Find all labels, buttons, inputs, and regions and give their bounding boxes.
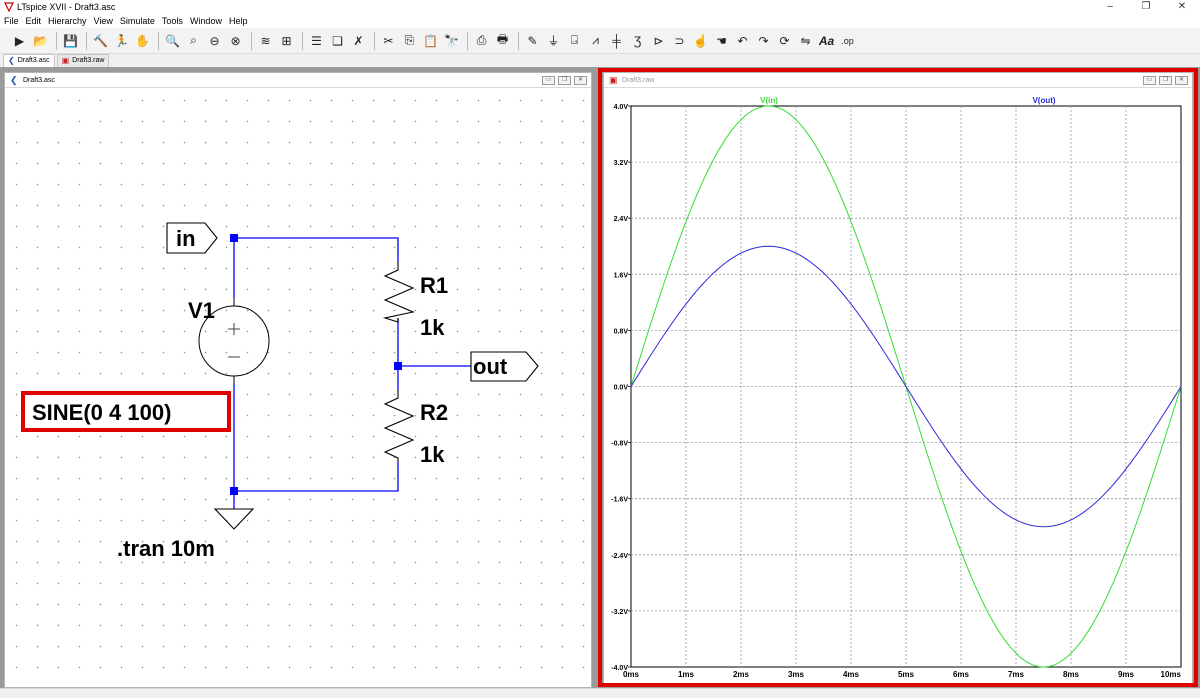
highlight-box-waveform bbox=[598, 68, 1198, 687]
schematic-canvas[interactable]: in out V1 R1 1k R2 1k SINE(0 4 100) .tra… bbox=[5, 89, 591, 687]
drag-icon[interactable]: ☚ bbox=[712, 31, 731, 51]
diode-icon[interactable]: ⊳ bbox=[649, 31, 668, 51]
schematic-icon: ❮ bbox=[8, 56, 15, 65]
text-icon[interactable]: Aa bbox=[817, 31, 836, 51]
restore-button[interactable]: ❐ bbox=[558, 76, 571, 85]
ltspice-app-icon bbox=[4, 2, 14, 12]
minimize-button[interactable]: – bbox=[1092, 0, 1128, 14]
r1-label[interactable]: R1 bbox=[420, 273, 448, 298]
r1-value[interactable]: 1k bbox=[420, 315, 445, 340]
wire-in-top bbox=[234, 237, 399, 262]
menu-window[interactable]: Window bbox=[190, 14, 222, 28]
autorange-icon[interactable]: ≋ bbox=[256, 31, 275, 51]
component-icon[interactable]: ⊃ bbox=[670, 31, 689, 51]
toolbar: ▶ 📂 💾 🔨 🏃 ✋ 🔍 ⌕ ⊖ ⊗ ≋ ⊞ ☰ ❏ ✗ ✂ ⎘ 📋 🔭 ⎙ … bbox=[0, 28, 1200, 54]
zoom-fit-icon[interactable]: ⊗ bbox=[226, 31, 245, 51]
menu-tools[interactable]: Tools bbox=[162, 14, 183, 28]
junction-out bbox=[394, 362, 402, 370]
rotate-icon[interactable]: ⟳ bbox=[775, 31, 794, 51]
spice-directive[interactable]: .tran 10m bbox=[117, 536, 215, 561]
find-icon[interactable]: 🔭 bbox=[442, 31, 461, 51]
inductor-icon[interactable]: Ʒ bbox=[628, 31, 647, 51]
junction-gnd bbox=[230, 487, 238, 495]
toolbar-separator bbox=[518, 31, 519, 50]
menu-view[interactable]: View bbox=[94, 14, 113, 28]
zoom-in-icon[interactable]: 🔍 bbox=[163, 31, 182, 51]
resistor-icon[interactable]: ⩘ bbox=[586, 31, 605, 51]
menu-simulate[interactable]: Simulate bbox=[120, 14, 155, 28]
schematic-window-title: Draft3.asc bbox=[23, 77, 55, 84]
close-button[interactable]: ✕ bbox=[1164, 0, 1200, 14]
mirror-icon[interactable]: ⇋ bbox=[796, 31, 815, 51]
resistor-r2[interactable] bbox=[383, 390, 415, 462]
zoom-out-icon[interactable]: ⊖ bbox=[205, 31, 224, 51]
menu-help[interactable]: Help bbox=[229, 14, 248, 28]
title-bar: LTspice XVII - Draft3.asc – ❐ ✕ bbox=[0, 0, 1200, 14]
cascade-icon[interactable]: ❏ bbox=[328, 31, 347, 51]
window-title: LTspice XVII - Draft3.asc bbox=[17, 2, 116, 12]
run-icon[interactable]: ▶ bbox=[10, 31, 29, 51]
junction-in bbox=[230, 234, 238, 242]
ground-icon[interactable]: ⏚ bbox=[544, 31, 563, 51]
tab-draft3-raw[interactable]: ▣ Draft3.raw bbox=[56, 54, 110, 67]
redo-icon[interactable]: ↷ bbox=[754, 31, 773, 51]
menu-bar: File Edit Hierarchy View Simulate Tools … bbox=[0, 14, 1200, 28]
capacitor-icon[interactable]: ╪ bbox=[607, 31, 626, 51]
v1-label[interactable]: V1 bbox=[188, 298, 215, 323]
net-label-out[interactable]: out bbox=[470, 351, 539, 382]
schematic-window: ❮ Draft3.asc ▭ ❐ ✕ in out V1 R1 1k R2 1k… bbox=[4, 72, 592, 688]
schematic-icon: ❮ bbox=[10, 75, 18, 85]
r2-label[interactable]: R2 bbox=[420, 400, 448, 425]
move-icon[interactable]: ☝ bbox=[691, 31, 710, 51]
status-bar bbox=[0, 688, 1200, 698]
copy-icon[interactable]: ⎘ bbox=[400, 31, 419, 51]
undo-icon[interactable]: ↶ bbox=[733, 31, 752, 51]
menu-edit[interactable]: Edit bbox=[26, 14, 42, 28]
print-icon[interactable]: 🖶 bbox=[493, 31, 512, 51]
spice-directive-icon[interactable]: .op bbox=[838, 31, 857, 51]
schematic-window-controls: ▭ ❐ ✕ bbox=[539, 76, 587, 85]
document-tabs: ❮ Draft3.asc ▣ Draft3.raw bbox=[0, 54, 1200, 67]
save-icon[interactable]: 💾 bbox=[61, 31, 80, 51]
waveform-icon: ▣ bbox=[61, 56, 70, 65]
wire-gnd bbox=[234, 462, 399, 492]
net-label-out-text: out bbox=[473, 354, 508, 379]
toolbar-separator bbox=[158, 31, 159, 50]
restore-button[interactable]: ❐ bbox=[1128, 0, 1164, 14]
toolbar-separator bbox=[467, 31, 468, 50]
ground-symbol[interactable] bbox=[213, 508, 255, 530]
toolbar-separator bbox=[302, 31, 303, 50]
open-icon[interactable]: 📂 bbox=[31, 31, 50, 51]
draw-wire-icon[interactable]: ✎ bbox=[523, 31, 542, 51]
schematic-drawing: in out V1 R1 1k R2 1k SINE(0 4 100) .tra… bbox=[21, 222, 539, 561]
net-label-in-text: in bbox=[176, 226, 196, 251]
toolbar-separator bbox=[251, 31, 252, 50]
r2-value[interactable]: 1k bbox=[420, 442, 445, 467]
grid-icon[interactable]: ⊞ bbox=[277, 31, 296, 51]
halt-icon[interactable]: 🏃 bbox=[112, 31, 131, 51]
paste-icon[interactable]: 📋 bbox=[421, 31, 440, 51]
menu-file[interactable]: File bbox=[4, 14, 19, 28]
cut-icon[interactable]: ✂ bbox=[379, 31, 398, 51]
source-value[interactable]: SINE(0 4 100) bbox=[32, 400, 171, 425]
toolbar-separator bbox=[86, 31, 87, 50]
menu-hierarchy[interactable]: Hierarchy bbox=[48, 14, 87, 28]
net-label-in[interactable]: in bbox=[166, 222, 218, 254]
toolbar-separator bbox=[56, 31, 57, 50]
minimize-button[interactable]: ▭ bbox=[542, 76, 555, 85]
tab-draft3-asc[interactable]: ❮ Draft3.asc bbox=[3, 54, 55, 67]
print-setup-icon[interactable]: ⎙ bbox=[472, 31, 491, 51]
control-panel-icon[interactable]: 🔨 bbox=[91, 31, 110, 51]
close-button[interactable]: ✕ bbox=[574, 76, 587, 85]
tile-horizontal-icon[interactable]: ☰ bbox=[307, 31, 326, 51]
label-net-icon[interactable]: ⍈ bbox=[565, 31, 584, 51]
zoom-area-icon[interactable]: ⌕ bbox=[184, 31, 203, 51]
close-all-icon[interactable]: ✗ bbox=[349, 31, 368, 51]
toolbar-separator bbox=[374, 31, 375, 50]
resistor-r1[interactable] bbox=[382, 262, 415, 323]
window-controls: – ❐ ✕ bbox=[1092, 0, 1200, 14]
pan-icon[interactable]: ✋ bbox=[133, 31, 152, 51]
schematic-window-titlebar: ❮ Draft3.asc ▭ ❐ ✕ bbox=[5, 73, 591, 88]
